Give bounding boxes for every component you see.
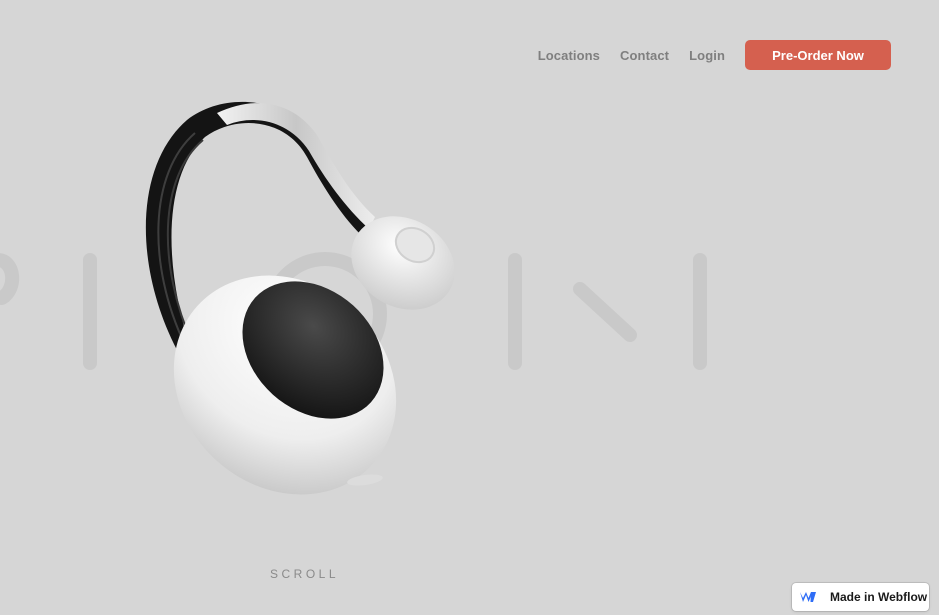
nav-link-login[interactable]: Login (689, 48, 725, 63)
made-in-webflow-badge[interactable]: Made in Webflow (792, 583, 929, 611)
badge-label: Made in Webflow (830, 590, 928, 604)
headphones-product-image (145, 101, 455, 495)
webflow-logo-icon (800, 592, 816, 602)
pre-order-button[interactable]: Pre-Order Now (745, 40, 891, 70)
nav-link-contact[interactable]: Contact (620, 48, 669, 63)
scroll-indicator[interactable]: SCROLL (270, 567, 339, 581)
top-navigation: Locations Contact Login Pre-Order Now (538, 40, 891, 70)
nav-link-locations[interactable]: Locations (538, 48, 600, 63)
